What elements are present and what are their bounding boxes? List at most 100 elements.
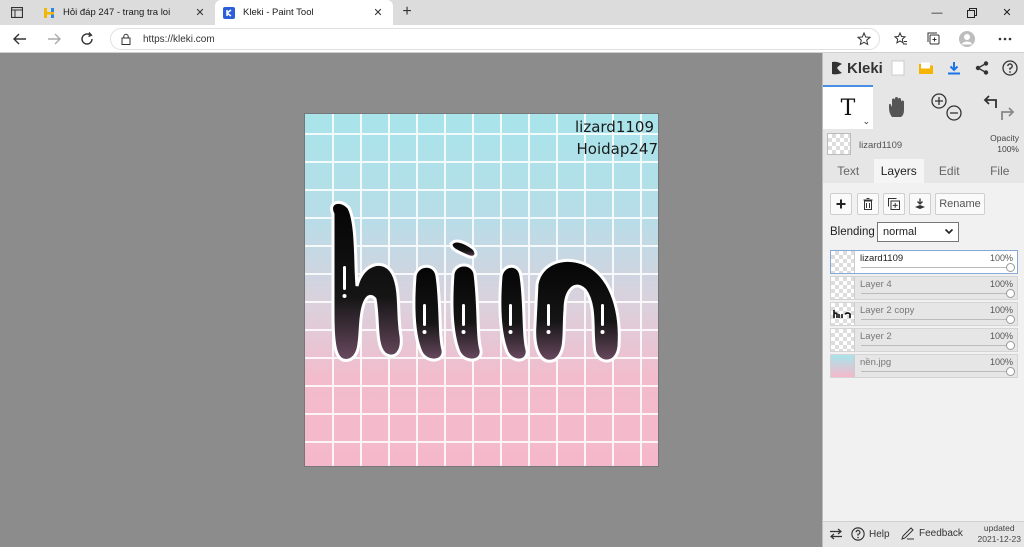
- layer-thumbnail: [831, 329, 855, 351]
- download-icon[interactable]: [945, 59, 963, 77]
- slider-handle[interactable]: [1006, 341, 1015, 350]
- zoom-out-icon: [946, 105, 962, 121]
- kleki-side-panel: Kleki T ⌄ lizard1109 Opacity 100% Text L…: [822, 53, 1024, 547]
- hoidap-logo-icon: [43, 7, 55, 19]
- layer-row[interactable]: Layer 2 copy 100%: [830, 302, 1018, 326]
- layer-name: lizard1109: [860, 253, 904, 264]
- hand-tool-button[interactable]: [881, 85, 913, 129]
- layer-name: Layer 2: [860, 331, 892, 342]
- layer-opacity-slider[interactable]: [861, 319, 1011, 320]
- layer-name: Layer 4: [860, 279, 892, 290]
- opacity-readout[interactable]: Opacity 100%: [990, 133, 1019, 155]
- layer-opacity: 100%: [989, 357, 1013, 367]
- watermark-line: lizard1109: [575, 118, 654, 136]
- tab-layers[interactable]: Layers: [873, 159, 924, 183]
- tab-edit[interactable]: Edit: [924, 159, 975, 183]
- logo-text: Kleki: [847, 59, 883, 77]
- layer-opacity: 100%: [989, 253, 1013, 263]
- layer-opacity: 100%: [989, 305, 1013, 315]
- feedback-icon: [901, 527, 914, 540]
- current-layer-thumbnail: [827, 133, 851, 155]
- layer-row[interactable]: Layer 2 100%: [830, 328, 1018, 352]
- current-layer-name: lizard1109: [859, 140, 903, 151]
- forward-icon[interactable]: [44, 29, 64, 49]
- layer-opacity: 100%: [989, 331, 1013, 341]
- lock-icon: [121, 33, 135, 45]
- tab-text[interactable]: Text: [823, 159, 874, 183]
- layer-opacity-slider[interactable]: [861, 371, 1011, 372]
- tab-title: Kleki - Paint Tool: [243, 7, 314, 18]
- blending-label: Blending: [830, 226, 875, 238]
- rename-layer-button[interactable]: Rename: [935, 193, 985, 215]
- kleki-logo[interactable]: Kleki: [829, 60, 883, 77]
- swap-sides-icon[interactable]: [829, 528, 843, 540]
- layer-row[interactable]: Layer 4 100%: [830, 276, 1018, 300]
- chevron-down-icon: [944, 226, 954, 239]
- panel-header: Kleki: [823, 53, 1024, 83]
- blending-value: normal: [883, 226, 917, 238]
- chevron-down-icon[interactable]: ⌄: [862, 116, 870, 127]
- tab-actions-icon[interactable]: [6, 4, 28, 21]
- text-tool-icon: T: [840, 95, 856, 121]
- share-icon[interactable]: [973, 59, 991, 77]
- tab-file[interactable]: File: [975, 159, 1024, 183]
- refresh-icon[interactable]: [77, 29, 97, 49]
- close-icon[interactable]: ✕: [191, 6, 209, 19]
- panel-tabs: Text Layers Edit File: [823, 159, 1024, 183]
- favorites-icon[interactable]: [892, 30, 910, 48]
- layer-row[interactable]: nền.jpg 100%: [830, 354, 1018, 378]
- collections-icon[interactable]: [925, 30, 943, 48]
- feedback-button[interactable]: Feedback: [901, 527, 963, 540]
- url-text: https://kleki.com: [143, 33, 215, 45]
- merge-layer-button[interactable]: [909, 193, 931, 215]
- updated-info: updated 2021-12-23: [977, 523, 1021, 544]
- help-button[interactable]: Help: [851, 527, 890, 541]
- current-layer-info: lizard1109 Opacity 100%: [823, 131, 1024, 159]
- slider-handle[interactable]: [1006, 367, 1015, 376]
- new-tab-button[interactable]: +: [398, 3, 416, 21]
- text-tool-button[interactable]: T ⌄: [823, 85, 873, 129]
- layer-opacity-slider[interactable]: [861, 293, 1011, 294]
- close-icon[interactable]: ✕: [369, 6, 387, 19]
- add-layer-button[interactable]: [830, 193, 852, 215]
- layer-opacity-slider[interactable]: [861, 267, 1011, 268]
- restore-icon[interactable]: [955, 0, 989, 25]
- lettering: [330, 200, 621, 363]
- watermark-line: Hoidap247: [576, 140, 659, 158]
- profile-avatar-icon[interactable]: [958, 30, 976, 48]
- layer-opacity-slider[interactable]: [861, 345, 1011, 346]
- tab-hoidap[interactable]: Hỏi đáp 247 - trang tra loi ✕: [35, 0, 215, 25]
- zoom-buttons: [929, 85, 965, 129]
- drawing-area[interactable]: lizard1109 Hoidap247: [0, 53, 822, 547]
- slider-handle[interactable]: [1006, 315, 1015, 324]
- zoom-in-icon: [931, 93, 947, 109]
- minimize-icon[interactable]: —: [920, 0, 954, 25]
- browser-tab-strip: Hỏi đáp 247 - trang tra loi ✕ Kleki - Pa…: [0, 0, 1024, 25]
- slider-handle[interactable]: [1006, 263, 1015, 272]
- help-circle-icon[interactable]: [1001, 59, 1019, 77]
- more-options-icon[interactable]: [996, 30, 1014, 48]
- layer-name: Layer 2 copy: [860, 305, 915, 316]
- artwork-canvas[interactable]: lizard1109 Hoidap247: [304, 113, 659, 467]
- delete-layer-button[interactable]: [857, 193, 879, 215]
- open-folder-icon[interactable]: [917, 59, 935, 77]
- undo-icon: [983, 95, 997, 108]
- slider-handle[interactable]: [1006, 289, 1015, 298]
- browser-toolbar: https://kleki.com: [0, 25, 1024, 53]
- duplicate-layer-button[interactable]: [883, 193, 905, 215]
- panel-footer: Help Feedback updated 2021-12-23: [823, 521, 1024, 547]
- layer-thumbnail: [831, 355, 855, 377]
- tab-kleki[interactable]: Kleki - Paint Tool ✕: [215, 0, 393, 25]
- add-favorite-icon[interactable]: [856, 31, 872, 49]
- tab-title: Hỏi đáp 247 - trang tra loi: [63, 7, 171, 18]
- back-icon[interactable]: [10, 29, 30, 49]
- close-window-icon[interactable]: ✕: [990, 0, 1024, 25]
- blending-select[interactable]: normal: [877, 222, 959, 242]
- new-image-icon[interactable]: [889, 59, 907, 77]
- address-bar[interactable]: https://kleki.com: [110, 28, 880, 50]
- layer-row[interactable]: lizard1109 100%: [830, 250, 1018, 274]
- help-circle-icon: [851, 527, 865, 541]
- plus-icon: [836, 199, 846, 209]
- tool-row: T ⌄: [823, 85, 1024, 129]
- layer-name: nền.jpg: [860, 357, 892, 368]
